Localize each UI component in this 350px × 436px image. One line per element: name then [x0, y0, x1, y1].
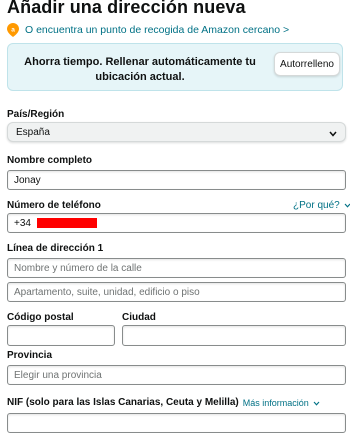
pickup-point-link[interactable]: O encuentra un punto de recogida de Amaz…	[25, 24, 289, 36]
nif-more-info-text: Más información	[242, 397, 309, 408]
province-label: Provincia	[7, 350, 53, 361]
country-label: País/Región	[7, 109, 65, 120]
redaction-bar	[37, 218, 97, 228]
fullname-input[interactable]	[7, 170, 346, 190]
nif-input[interactable]	[7, 413, 346, 433]
phone-why-link[interactable]: ¿Por qué?	[293, 200, 350, 211]
address-line1-input[interactable]	[7, 258, 346, 278]
phone-value: +34	[14, 217, 31, 229]
nif-more-info-link[interactable]: Más información	[243, 398, 320, 408]
province-input[interactable]	[7, 365, 346, 385]
address-line2-input[interactable]	[7, 282, 346, 302]
chevron-down-icon	[313, 398, 320, 408]
page-title: Añadir una dirección nueva	[7, 0, 246, 17]
country-select[interactable]: España	[7, 122, 346, 142]
pickup-point-row: a O encuentra un punto de recogida de Am…	[7, 22, 289, 38]
nif-label-row: NIF (solo para las Islas Canarias, Ceuta…	[7, 397, 320, 408]
phone-label: Número de teléfono	[7, 200, 101, 211]
chevron-down-icon	[344, 200, 350, 211]
postal-code-input[interactable]	[7, 325, 115, 346]
address-label: Línea de dirección 1	[7, 243, 104, 254]
chevron-down-icon	[329, 129, 337, 140]
nif-label: NIF (solo para las Islas Canarias, Ceuta…	[7, 397, 239, 408]
autofill-button[interactable]: Autorrelleno	[274, 52, 340, 76]
country-value: España	[16, 126, 50, 138]
phone-input[interactable]: +34	[7, 213, 346, 233]
svg-text:a: a	[11, 26, 15, 33]
autofill-banner: Ahorra tiempo. Rellenar automáticamente …	[7, 43, 343, 91]
fullname-label: Nombre completo	[7, 155, 93, 166]
phone-why-text: ¿Por qué?	[293, 200, 340, 211]
city-label: Ciudad	[122, 312, 156, 323]
autofill-message: Ahorra tiempo. Rellenar automáticamente …	[24, 56, 256, 83]
location-pin-icon: a	[7, 23, 19, 37]
postal-code-label: Código postal	[7, 312, 74, 323]
city-input[interactable]	[122, 325, 346, 346]
